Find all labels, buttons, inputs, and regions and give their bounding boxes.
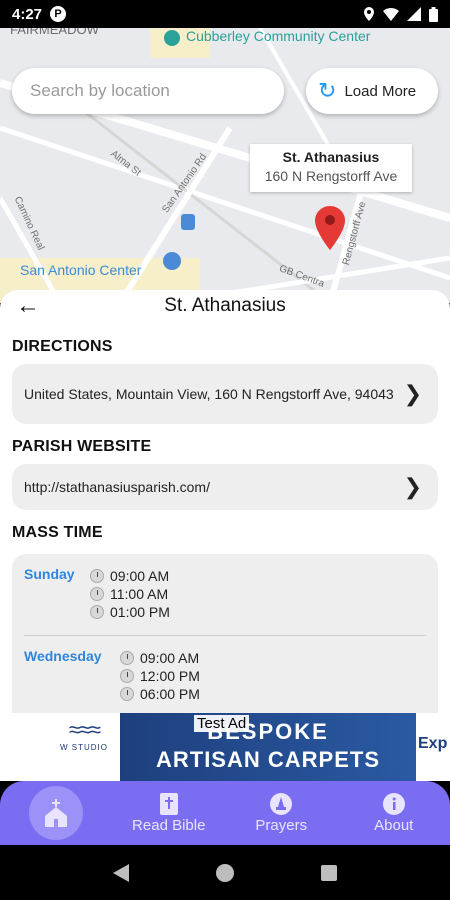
mass-time-item: 11:00 AM [90, 585, 170, 603]
marker-info-window[interactable]: St. Athanasius 160 N Rengstorff Ave [250, 144, 412, 192]
divider [24, 635, 426, 636]
website-url: http://stathanasiusparish.com/ [24, 478, 210, 495]
ad-cta-text[interactable]: Exp [418, 735, 447, 753]
mass-times: 09:00 AM 12:00 PM 06:00 PM [120, 649, 200, 703]
search-bar[interactable] [12, 68, 284, 114]
marker-name: St. Athanasius [282, 149, 380, 165]
mass-times: 09:00 AM 11:00 AM 01:00 PM [90, 567, 170, 621]
mass-day-row: Sunday 09:00 AM 11:00 AM 01:00 PM [24, 566, 426, 621]
system-navigation-bar [0, 845, 450, 900]
directions-label: DIRECTIONS [12, 338, 113, 355]
status-time: 4:27 [12, 5, 43, 23]
mass-day-name: Wednesday [24, 648, 102, 664]
mass-time-label: MASS TIME [12, 524, 103, 541]
clock-icon [90, 569, 104, 583]
map-pin-icon[interactable] [315, 206, 345, 250]
ad-brand: W STUDIO [60, 743, 108, 752]
chevron-right-icon: ❯ [403, 474, 422, 499]
clock-icon [120, 687, 134, 701]
mass-time-item: 06:00 PM [120, 685, 200, 703]
mass-time-item: 09:00 AM [90, 567, 170, 585]
ad-logo: ≈≈≈ W STUDIO [48, 717, 120, 779]
sheet-header: ← St. Athanasius [0, 292, 450, 320]
clock-icon [120, 669, 134, 683]
directions-address: United States, Mountain View, 160 N Reng… [24, 385, 394, 402]
battery-icon [429, 6, 438, 22]
sheet-title: St. Athanasius [164, 295, 286, 316]
nav-about-label: About [374, 816, 414, 834]
clock-icon [120, 651, 134, 665]
bible-icon [159, 792, 178, 815]
nav-read-bible-label: Read Bible [132, 816, 206, 834]
refresh-icon: ↻ [318, 78, 337, 103]
mass-time-item: 09:00 AM [120, 649, 200, 667]
nav-read-bible[interactable]: Read Bible [113, 781, 226, 845]
ad-creative[interactable]: BESPOKE ARTISAN CARPETS [120, 713, 416, 781]
transit-icon [181, 214, 195, 230]
mass-day-name: Sunday [24, 566, 75, 582]
search-input[interactable] [30, 81, 284, 101]
app-notification-icon: P [50, 6, 67, 22]
info-icon [382, 792, 405, 815]
map-label-fairmeadow: FAIRMEADOW [10, 28, 99, 37]
nav-home-bubble [29, 786, 84, 840]
status-bar: 4:27 P [0, 0, 450, 28]
parish-detail-sheet: ← St. Athanasius DIRECTIONS United State… [0, 290, 450, 714]
back-triangle-icon[interactable] [113, 863, 130, 882]
mass-day-row: Wednesday 09:00 AM 12:00 PM 06:00 PM [24, 648, 426, 703]
back-arrow-icon[interactable]: ← [16, 292, 40, 320]
status-indicators [363, 6, 438, 22]
marker-address: 160 N Rengstorff Ave [264, 168, 398, 184]
map-label-san-antonio-center: San Antonio Center [20, 262, 142, 278]
map-label-community-center: Cubberley Community Center [186, 28, 371, 44]
nav-home[interactable] [0, 781, 113, 845]
shopping-icon [163, 252, 181, 270]
test-ad-tag: Test Ad [194, 715, 250, 732]
ad-banner[interactable]: ≈≈≈ W STUDIO BESPOKE ARTISAN CARPETS Tes… [0, 713, 450, 781]
bottom-navigation: Read Bible Prayers About [0, 781, 450, 845]
ad-headline-2: ARTISAN CARPETS [155, 747, 380, 772]
nav-prayers[interactable]: Prayers [225, 781, 338, 845]
community-center-icon [164, 30, 180, 46]
website-label: PARISH WEBSITE [12, 438, 152, 455]
load-more-label: Load More [344, 82, 417, 100]
mass-time-item: 12:00 PM [120, 667, 200, 685]
location-icon [364, 7, 374, 21]
wifi-icon [383, 8, 399, 21]
website-card[interactable]: http://stathanasiusparish.com/ ❯ [12, 464, 438, 510]
nav-about[interactable]: About [338, 781, 450, 845]
directions-card[interactable]: United States, Mountain View, 160 N Reng… [12, 364, 438, 424]
home-circle-icon[interactable] [215, 863, 234, 882]
ad-headline-1: BESPOKE [207, 719, 329, 744]
mass-time-item: 01:00 PM [90, 603, 170, 621]
clock-icon [90, 605, 104, 619]
load-more-button[interactable]: ↻ Load More [306, 68, 438, 114]
prayer-icon [270, 792, 293, 815]
church-icon [45, 799, 68, 827]
clock-icon [90, 587, 104, 601]
nav-prayers-label: Prayers [255, 816, 308, 834]
chevron-right-icon: ❯ [403, 381, 422, 406]
waves-logo-icon: ≈≈≈ [68, 717, 101, 742]
mass-time-card: Sunday 09:00 AM 11:00 AM 01:00 PM Wednes… [12, 554, 438, 714]
signal-icon [407, 7, 421, 21]
recents-square-icon[interactable] [320, 864, 337, 881]
